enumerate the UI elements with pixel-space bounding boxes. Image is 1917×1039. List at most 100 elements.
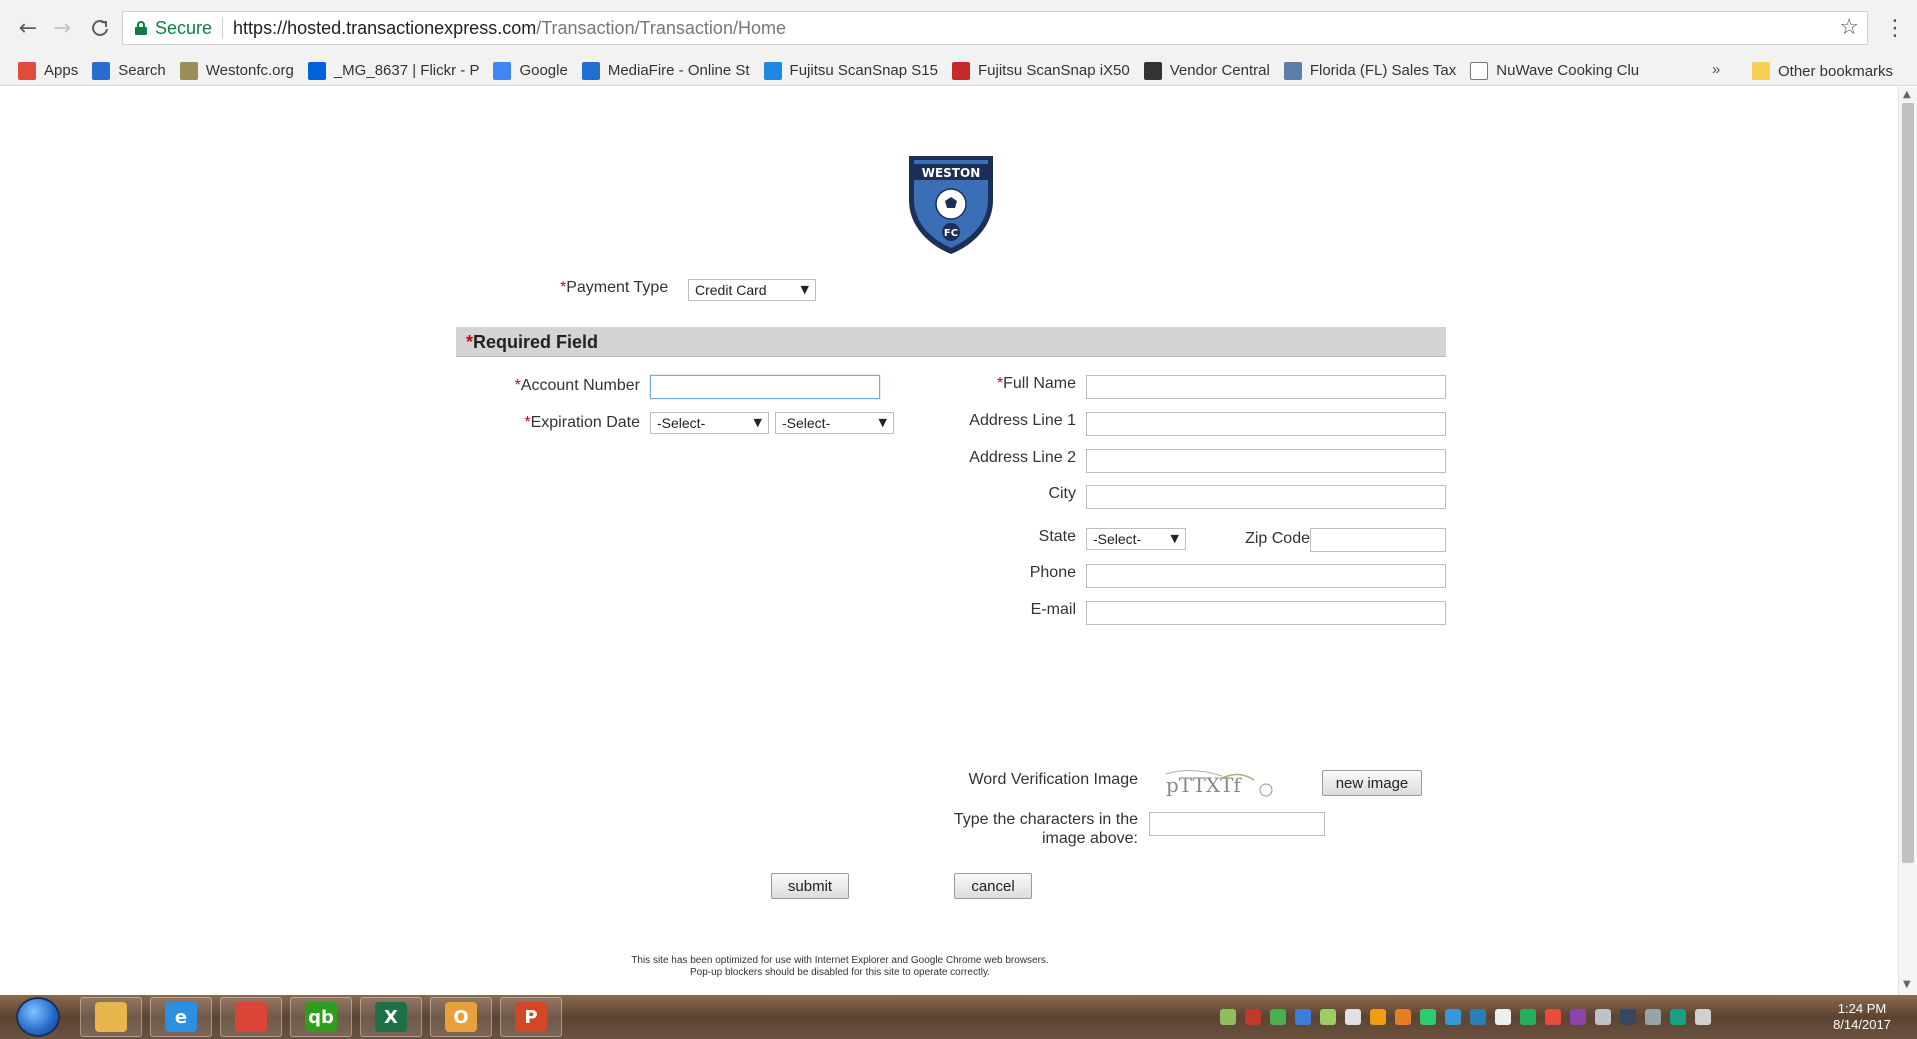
state-value: -Select- <box>1093 531 1142 547</box>
search-bookmark-icon <box>92 61 111 80</box>
taskbar-app-button[interactable]: O <box>430 997 492 1037</box>
expiration-year-select[interactable]: -Select- ▼ <box>775 412 894 434</box>
new-image-button[interactable]: new image <box>1322 770 1422 796</box>
start-button[interactable] <box>16 997 60 1037</box>
bookmark-item[interactable]: NuWave Cooking Clu <box>1470 61 1640 80</box>
chevron-down-icon: ▼ <box>1170 532 1179 545</box>
lock-icon <box>135 21 147 35</box>
taskbar-clock[interactable]: 1:24 PM 8/14/2017 <box>1812 1001 1912 1033</box>
tray-icon[interactable] <box>1395 1009 1411 1025</box>
scroll-thumb[interactable] <box>1902 103 1914 863</box>
tray-icon[interactable] <box>1645 1009 1661 1025</box>
account-number-input[interactable] <box>650 375 880 399</box>
bookmark-label: Fujitsu ScanSnap S15 <box>789 62 938 79</box>
tray-icon[interactable] <box>1320 1009 1336 1025</box>
bookmark-item[interactable]: MediaFire - Online St <box>581 61 750 80</box>
bookmarks-overflow-button[interactable]: » <box>1712 61 1720 78</box>
taskbar-app-button[interactable]: qb <box>290 997 352 1037</box>
st-icon <box>1283 61 1302 80</box>
page-scrollbar[interactable]: ▲ ▼ <box>1898 87 1917 995</box>
address-line-1-input[interactable] <box>1086 412 1446 436</box>
bookmark-item[interactable]: _MG_8637 | Flickr - P <box>307 61 480 80</box>
bookmark-item[interactable]: Fujitsu ScanSnap iX50 <box>951 61 1130 80</box>
forward-arrow-icon[interactable]: → <box>46 12 78 44</box>
taskbar-app-button[interactable]: e <box>150 997 212 1037</box>
bookmark-item[interactable]: Florida (FL) Sales Tax <box>1283 61 1456 80</box>
bookmark-item[interactable]: Vendor Central <box>1143 61 1270 80</box>
back-arrow-icon[interactable]: ← <box>12 12 44 44</box>
bookmark-item[interactable]: Apps <box>18 61 78 80</box>
powerpoint-icon: P <box>515 1002 547 1032</box>
tray-icon[interactable] <box>1345 1009 1361 1025</box>
taskbar-app-button[interactable] <box>80 997 142 1037</box>
full-name-input[interactable] <box>1086 375 1446 399</box>
payment-type-select[interactable]: Credit Card ▼ <box>688 279 816 301</box>
zip-code-input[interactable] <box>1310 528 1446 552</box>
tray-icon[interactable] <box>1570 1009 1586 1025</box>
tray-icon[interactable] <box>1220 1009 1236 1025</box>
expiration-month-select[interactable]: -Select- ▼ <box>650 412 769 434</box>
taskbar-app-button[interactable]: P <box>500 997 562 1037</box>
state-select[interactable]: -Select- ▼ <box>1086 528 1186 550</box>
browser-menu-icon[interactable]: ⋮ <box>1880 12 1910 44</box>
address-line-1-label: Address Line 1 <box>969 412 1076 429</box>
city-input[interactable] <box>1086 485 1446 509</box>
chevron-down-icon: ▼ <box>800 283 809 296</box>
reload-icon[interactable] <box>84 12 116 44</box>
tray-icon[interactable] <box>1620 1009 1636 1025</box>
bookmark-item[interactable]: Google <box>493 61 568 80</box>
bookmark-item[interactable]: Westonfc.org <box>179 61 294 80</box>
scroll-down-icon[interactable]: ▼ <box>1903 979 1911 990</box>
tray-icon[interactable] <box>1270 1009 1286 1025</box>
bookmark-item[interactable]: Search <box>92 61 166 80</box>
bookmark-item[interactable]: Fujitsu ScanSnap S15 <box>763 61 938 80</box>
email-label: E-mail <box>1030 601 1076 618</box>
cancel-button[interactable]: cancel <box>954 873 1032 899</box>
tray-icon[interactable] <box>1670 1009 1686 1025</box>
tray-icon[interactable] <box>1370 1009 1386 1025</box>
other-bookmarks-button[interactable]: Other bookmarks <box>1752 56 1893 86</box>
browser-compatibility-note: This site has been optimized for use wit… <box>540 955 1140 979</box>
tray-icon[interactable] <box>1470 1009 1486 1025</box>
taskbar-app-button[interactable] <box>220 997 282 1037</box>
google-icon <box>493 61 512 80</box>
scroll-up-icon[interactable]: ▲ <box>1903 89 1911 100</box>
windows-taskbar: e qb X O P 1:24 PM 8/14/2017 <box>0 995 1917 1039</box>
tray-icon[interactable] <box>1520 1009 1536 1025</box>
type-characters-line1: Type the characters in the <box>953 811 1138 828</box>
tray-icon[interactable] <box>1295 1009 1311 1025</box>
tray-icon[interactable] <box>1445 1009 1461 1025</box>
captcha-input[interactable] <box>1149 812 1325 836</box>
chevron-down-icon: ▼ <box>753 416 762 429</box>
tray-icon[interactable] <box>1420 1009 1436 1025</box>
bookmark-label: NuWave Cooking Clu <box>1496 62 1640 79</box>
tray-icon[interactable] <box>1695 1009 1711 1025</box>
internet-explorer-icon: e <box>165 1002 197 1032</box>
phone-input[interactable] <box>1086 564 1446 588</box>
other-bookmarks-label: Other bookmarks <box>1778 62 1894 80</box>
address-line-2-input[interactable] <box>1086 449 1446 473</box>
captcha-image: pTTXTf <box>1165 770 1273 797</box>
svg-text:FC: FC <box>944 228 958 239</box>
full-name-label: *Full Name <box>996 375 1076 392</box>
address-bar[interactable]: Secure https://hosted.transactionexpress… <box>122 11 1868 45</box>
bookmark-label: _MG_8637 | Flickr - P <box>333 62 480 79</box>
taskbar-app-button[interactable]: X <box>360 997 422 1037</box>
tray-icon[interactable] <box>1545 1009 1561 1025</box>
state-label: State <box>1038 528 1076 545</box>
westonfc-icon <box>179 61 198 80</box>
url-path: /Transaction/Transaction/Home <box>536 17 786 38</box>
tray-icon[interactable] <box>1495 1009 1511 1025</box>
fujitsu-red-icon <box>951 61 970 80</box>
bookmark-label: Fujitsu ScanSnap iX50 <box>977 62 1130 79</box>
bookmark-star-icon[interactable]: ☆ <box>1839 15 1859 40</box>
tray-icon[interactable] <box>1245 1009 1261 1025</box>
email-input[interactable] <box>1086 601 1446 625</box>
flickr-icon <box>307 61 326 80</box>
fujitsu-icon <box>763 61 782 80</box>
expiration-year-value: -Select- <box>782 415 831 431</box>
weston-fc-logo: WESTON FC <box>909 156 993 254</box>
tray-icon[interactable] <box>1595 1009 1611 1025</box>
system-tray <box>1220 1005 1820 1029</box>
submit-button[interactable]: submit <box>771 873 849 899</box>
